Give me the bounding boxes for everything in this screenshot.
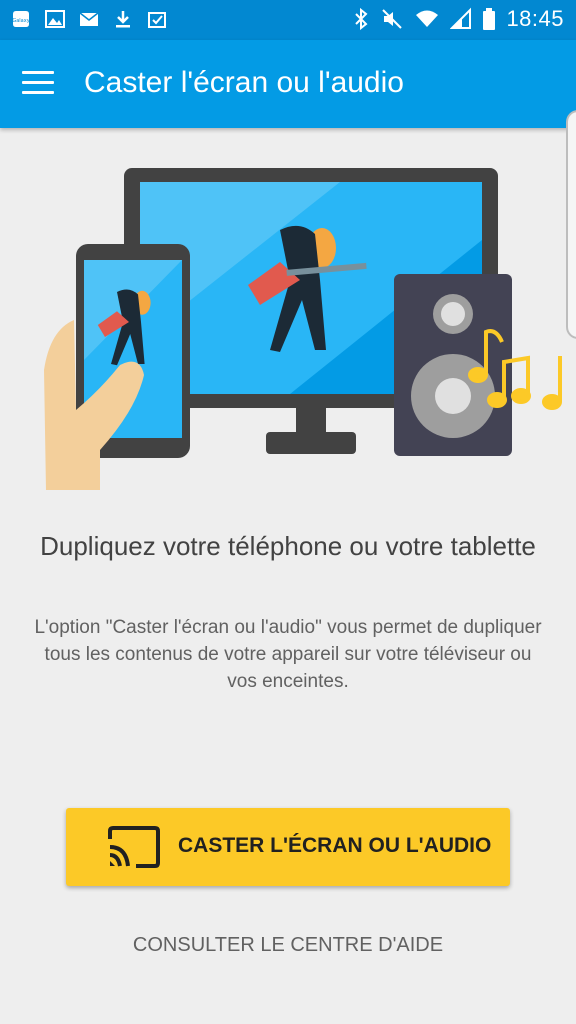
notification-icons: Galaxy bbox=[10, 8, 168, 30]
speaker-icon bbox=[394, 274, 512, 456]
galaxy-apps-icon: Galaxy bbox=[10, 8, 32, 30]
mute-icon bbox=[382, 9, 403, 29]
task-check-icon bbox=[146, 8, 168, 30]
system-icons: 18:45 bbox=[352, 6, 564, 32]
cast-screen-button[interactable]: CASTER L'ÉCRAN OU L'AUDIO bbox=[66, 808, 510, 886]
wifi-icon bbox=[416, 10, 439, 27]
battery-icon bbox=[483, 8, 496, 30]
download-icon bbox=[112, 8, 134, 30]
status-time: 18:45 bbox=[506, 6, 564, 31]
bluetooth-icon bbox=[355, 7, 368, 31]
app-bar: Caster l'écran ou l'audio bbox=[0, 40, 576, 128]
svg-text:Galaxy: Galaxy bbox=[12, 18, 29, 24]
image-icon bbox=[44, 8, 66, 30]
signal-icon bbox=[450, 7, 472, 29]
page-title: Caster l'écran ou l'audio bbox=[84, 66, 404, 99]
email-icon bbox=[78, 8, 100, 30]
description: L'option "Caster l'écran ou l'audio" vou… bbox=[34, 617, 542, 692]
cast-icon bbox=[108, 826, 160, 868]
menu-icon[interactable] bbox=[22, 71, 54, 95]
cast-button-label: CASTER L'ÉCRAN OU L'AUDIO bbox=[178, 834, 492, 857]
status-bar: Galaxy 18:45 bbox=[0, 0, 576, 40]
help-center-link[interactable]: CONSULTER LE CENTRE D'AIDE bbox=[0, 934, 576, 957]
headline: Dupliquez votre téléphone ou votre table… bbox=[40, 531, 536, 561]
cast-illustration bbox=[44, 168, 562, 490]
